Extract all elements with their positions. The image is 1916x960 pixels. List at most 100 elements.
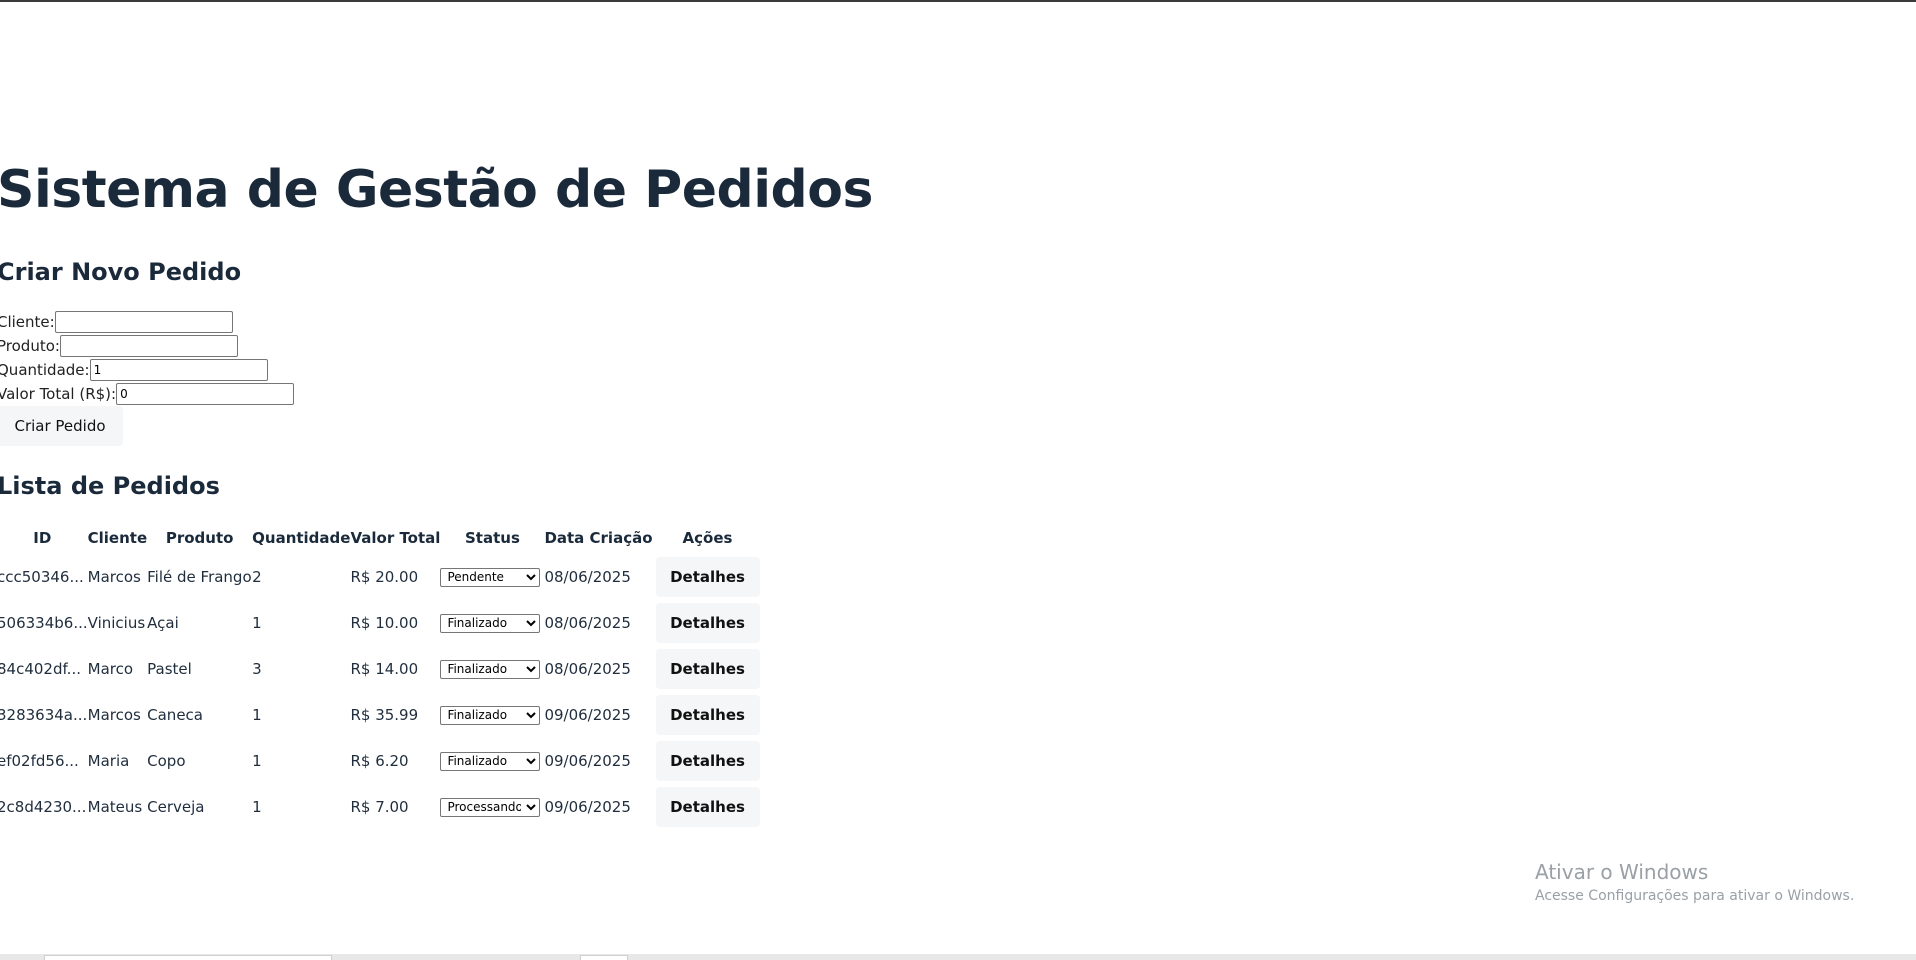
window-top-border [0, 0, 1916, 2]
order-produto-cell: Cerveja [147, 798, 205, 816]
create-order-button[interactable]: Criar Pedido [0, 406, 123, 446]
order-status-cell: Pendente [440, 554, 544, 600]
windows-activation-watermark: Ativar o Windows Acesse Configurações pa… [1535, 860, 1854, 904]
status-select[interactable]: Finalizado [440, 659, 541, 679]
order-status-cell: Finalizado [440, 646, 544, 692]
order-status-cell: Finalizado [440, 738, 544, 784]
form-row-valor-total: Valor Total (R$): [0, 382, 295, 406]
order-actions-cell: Detalhes [653, 784, 763, 830]
order-id-cell: 84c402df... [0, 660, 81, 678]
order-cliente-cell: Maria [87, 752, 130, 770]
order-produto-cell: Filé de Frango [147, 568, 252, 586]
order-valor-cell: R$ 14.00 [350, 660, 419, 678]
order-quantidade-cell: 3 [252, 660, 262, 678]
order-data-cell: 09/06/2025 [544, 752, 631, 770]
bottom-scrollbar-strip [0, 954, 1916, 960]
order-actions-cell: Detalhes [653, 646, 763, 692]
order-id-cell: 506334b6... [0, 614, 88, 632]
order-produto-cell: Caneca [147, 706, 203, 724]
order-cliente-cell: Marcos [87, 706, 141, 724]
order-quantidade-cell: 1 [252, 614, 262, 632]
page-title: Sistema de Gestão de Pedidos [0, 160, 873, 220]
order-quantidade-cell: 1 [252, 706, 262, 724]
watermark-subtitle: Acesse Configurações para ativar o Windo… [1535, 888, 1855, 904]
produto-label: Produto: [0, 337, 60, 355]
table-row: 3283634a... Marcos Caneca 1 R$ 35.99 Finaliza… [0, 692, 763, 738]
order-id-cell: 3283634a... [0, 706, 88, 724]
cliente-input[interactable] [54, 311, 233, 333]
quantidade-input[interactable] [89, 359, 268, 381]
table-row: 2c8d4230... Mateus Cerveja 1 R$ 7.00 Processa… [0, 784, 763, 830]
column-header-id: ID [33, 529, 52, 547]
status-select[interactable]: Processando [440, 797, 541, 817]
create-order-heading: Criar Novo Pedido [0, 258, 242, 286]
table-row: ccc50346... Marcos Filé de Frango 2 R$ 20.00… [0, 554, 763, 600]
table-row: 506334b6... Vinicius Açai 1 R$ 10.00 Finaliza… [0, 600, 763, 646]
table-row: ef02fd56... Maria Copo 1 R$ 6.20 Finalizado 09… [0, 738, 763, 784]
valor-total-input[interactable] [116, 383, 295, 405]
order-actions-cell: Detalhes [653, 692, 763, 738]
column-header-valor-total: Valor Total [350, 529, 441, 547]
status-select[interactable]: Pendente [440, 567, 541, 587]
column-header-produto: Produto [165, 529, 234, 547]
order-valor-cell: R$ 20.00 [350, 568, 419, 586]
order-quantidade-cell: 1 [252, 798, 262, 816]
status-select[interactable]: Finalizado [440, 613, 541, 633]
orders-table: ID Cliente Produto Quantidade Valor Tota… [0, 522, 763, 830]
orders-list-heading: Lista de Pedidos [0, 472, 220, 500]
bottom-tab-segment [44, 955, 332, 960]
order-status-cell: Finalizado [440, 692, 544, 738]
order-quantidade-cell: 1 [252, 752, 262, 770]
order-actions-cell: Detalhes [653, 600, 763, 646]
valor-total-label: Valor Total (R$): [0, 385, 117, 403]
form-row-cliente: Cliente: [0, 310, 233, 334]
order-status-cell: Processando [440, 784, 544, 830]
order-quantidade-cell: 2 [252, 568, 262, 586]
order-id-cell: 2c8d4230... [0, 798, 87, 816]
watermark-title: Ativar o Windows [1535, 860, 1709, 884]
orders-table-body: ccc50346... Marcos Filé de Frango 2 R$ 20.00… [0, 554, 763, 830]
details-button[interactable]: Detalhes [655, 557, 760, 597]
order-produto-cell: Pastel [147, 660, 192, 678]
cliente-label: Cliente: [0, 313, 55, 331]
order-actions-cell: Detalhes [653, 738, 763, 784]
order-valor-cell: R$ 7.00 [350, 798, 409, 816]
order-cliente-cell: Marco [87, 660, 134, 678]
table-row: 84c402df... Marco Pastel 3 R$ 14.00 Finalizad… [0, 646, 763, 692]
order-id-cell: ef02fd56... [0, 752, 79, 770]
order-data-cell: 08/06/2025 [544, 568, 631, 586]
order-cliente-cell: Marcos [87, 568, 141, 586]
status-select[interactable]: Finalizado [440, 751, 541, 771]
order-valor-cell: R$ 6.20 [350, 752, 409, 770]
details-button[interactable]: Detalhes [655, 603, 760, 643]
order-id-cell: ccc50346... [0, 568, 84, 586]
status-select[interactable]: Finalizado [440, 705, 541, 725]
order-data-cell: 09/06/2025 [544, 798, 631, 816]
order-status-cell: Finalizado [440, 600, 544, 646]
order-valor-cell: R$ 35.99 [350, 706, 419, 724]
order-data-cell: 08/06/2025 [544, 614, 631, 632]
order-cliente-cell: Mateus [87, 798, 143, 816]
order-actions-cell: Detalhes [653, 554, 763, 600]
order-valor-cell: R$ 10.00 [350, 614, 419, 632]
produto-input[interactable] [59, 335, 238, 357]
order-cliente-cell: Vinicius [87, 614, 146, 632]
column-header-quantidade: Quantidade [252, 529, 351, 547]
quantidade-label: Quantidade: [0, 361, 90, 379]
table-header-row: ID Cliente Produto Quantidade Valor Tota… [0, 522, 763, 554]
details-button[interactable]: Detalhes [655, 787, 760, 827]
form-row-quantidade: Quantidade: [0, 358, 268, 382]
form-row-produto: Produto: [0, 334, 238, 358]
details-button[interactable]: Detalhes [655, 695, 760, 735]
column-header-acoes: Ações [682, 529, 733, 547]
details-button[interactable]: Detalhes [655, 741, 760, 781]
column-header-cliente: Cliente [87, 529, 148, 547]
order-data-cell: 09/06/2025 [544, 706, 631, 724]
details-button[interactable]: Detalhes [655, 649, 760, 689]
column-header-status: Status [465, 529, 520, 547]
order-produto-cell: Copo [147, 752, 186, 770]
order-produto-cell: Açai [147, 614, 179, 632]
bottom-tab-segment [580, 955, 628, 960]
column-header-data-criacao: Data Criação [544, 529, 653, 547]
order-data-cell: 08/06/2025 [544, 660, 631, 678]
